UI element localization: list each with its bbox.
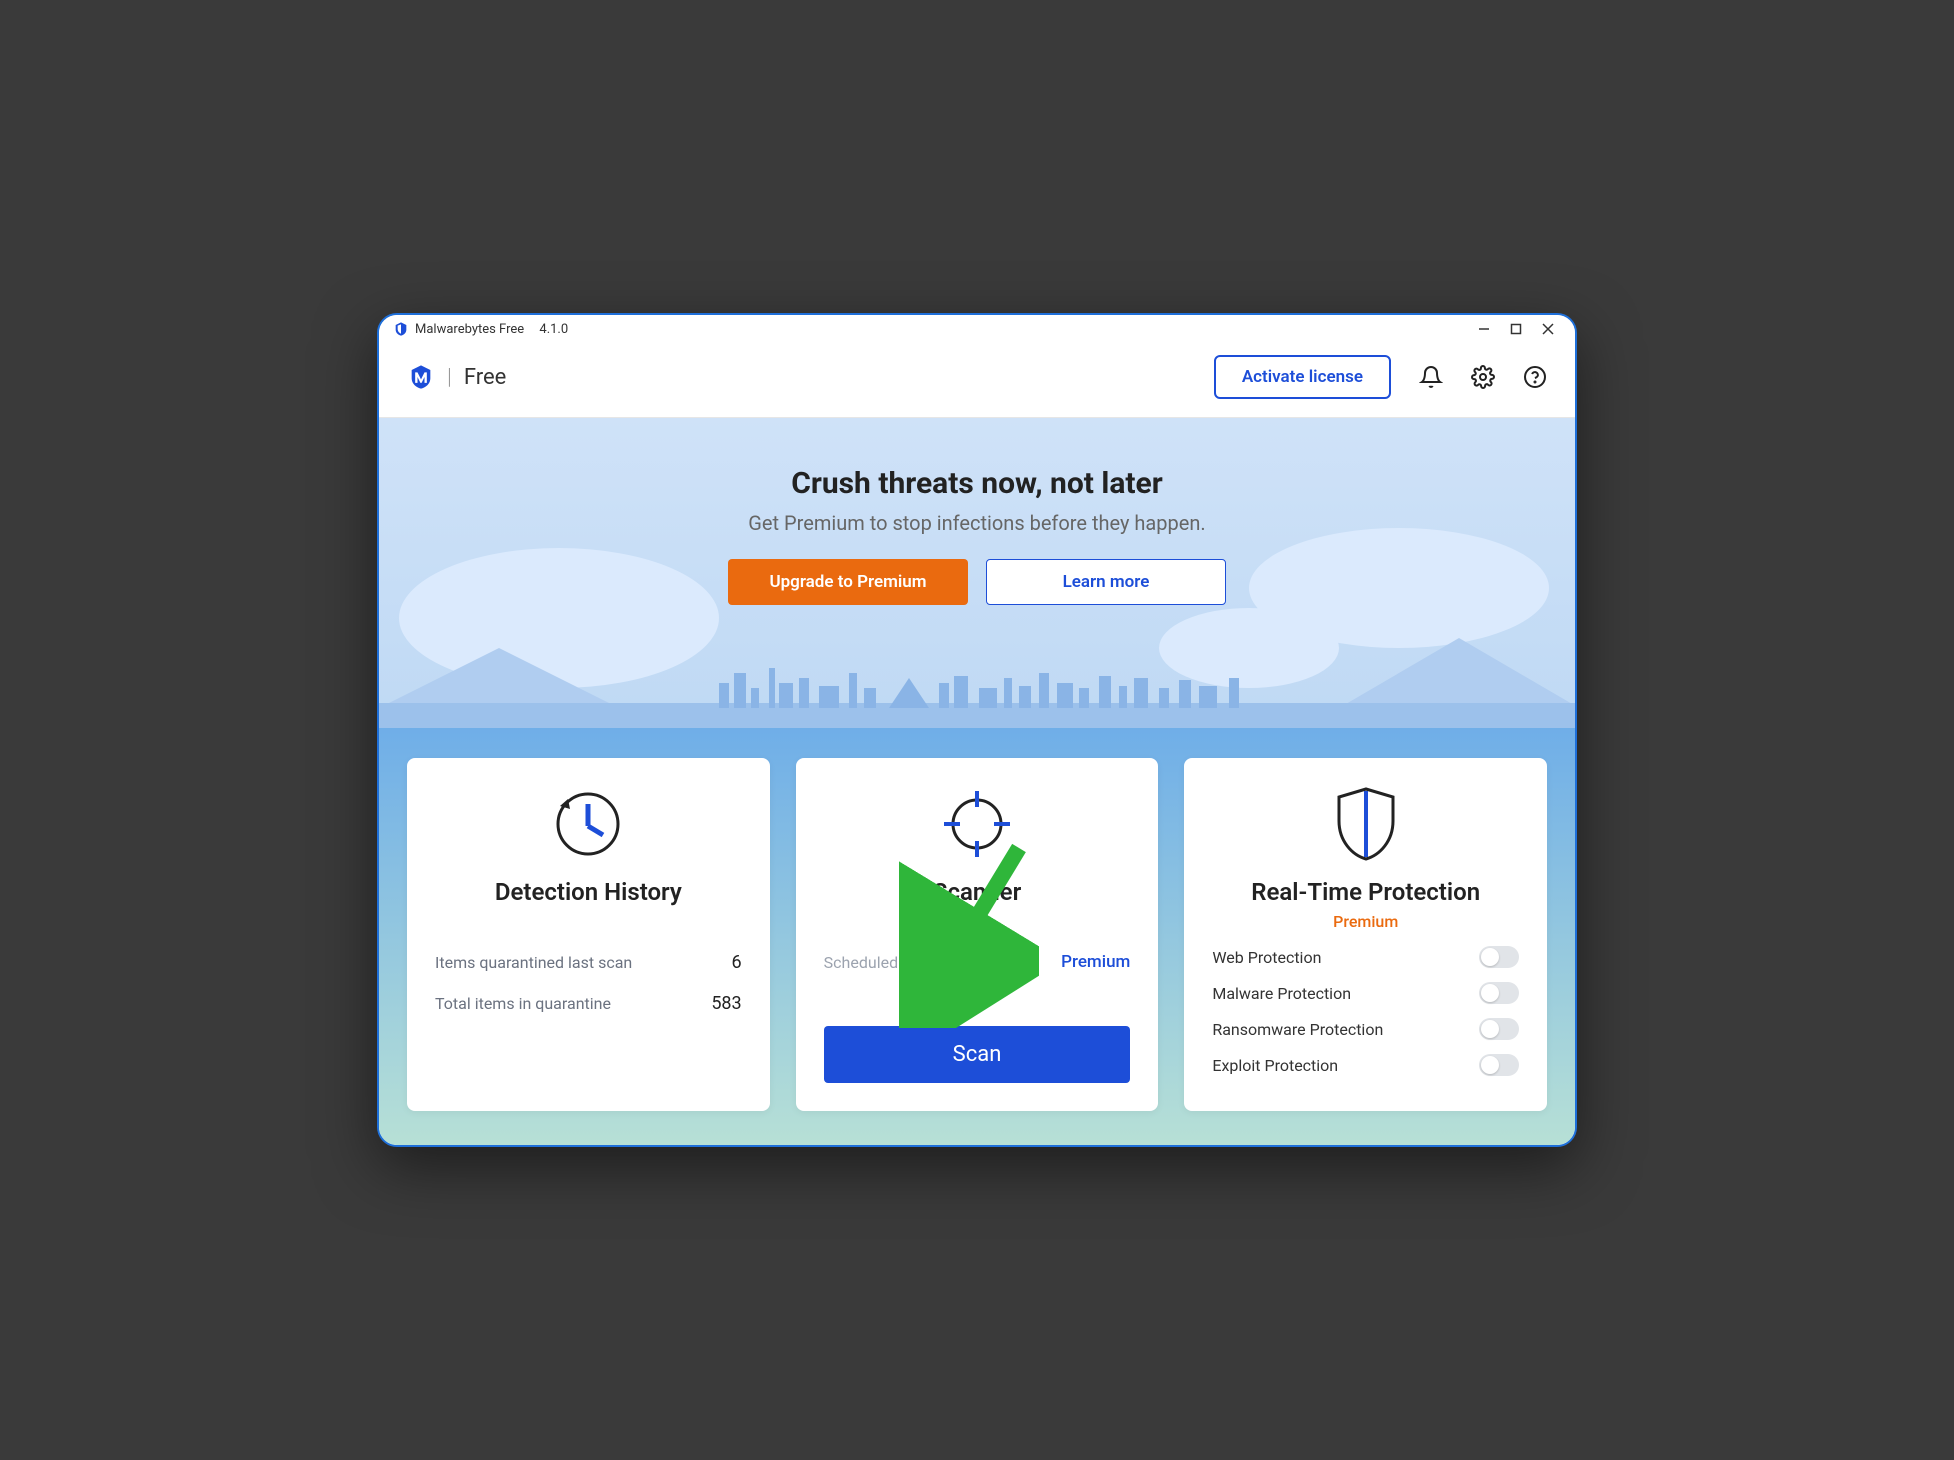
minimize-button[interactable] [1477, 322, 1491, 336]
hero-subtitle: Get Premium to stop infections before th… [399, 511, 1555, 535]
app-version: 4.1.0 [539, 322, 568, 337]
exploit-protection-row: Exploit Protection [1212, 1047, 1519, 1083]
maximize-button[interactable] [1509, 322, 1523, 336]
ransomware-protection-toggle[interactable] [1479, 1018, 1519, 1040]
header: | Free Activate license [379, 341, 1575, 418]
gear-icon[interactable] [1471, 365, 1495, 389]
scheduled-label: Scheduled scans [824, 953, 945, 972]
logo-icon [407, 363, 435, 391]
bell-icon[interactable] [1419, 365, 1443, 389]
app-name: Malwarebytes Free [415, 322, 524, 337]
scanner-title: Scanner [824, 878, 1131, 906]
exploit-protection-label: Exploit Protection [1212, 1056, 1338, 1075]
web-protection-row: Web Protection [1212, 939, 1519, 975]
titlebar-title: Malwarebytes Free 4.1.0 [393, 321, 568, 337]
malware-protection-label: Malware Protection [1212, 984, 1351, 1003]
shield-icon [1333, 785, 1399, 863]
protection-premium-tag: Premium [1212, 912, 1519, 931]
detection-history-card: Detection History Items quarantined last… [407, 758, 770, 1111]
close-button[interactable] [1541, 322, 1555, 336]
history-row-total: Total items in quarantine 583 [435, 983, 742, 1024]
history-title: Detection History [435, 878, 742, 906]
web-protection-label: Web Protection [1212, 948, 1321, 967]
tier-label: Free [464, 365, 506, 390]
app-window: Malwarebytes Free 4.1.0 | Free Activate … [377, 313, 1577, 1147]
realtime-protection-card: Real-Time Protection Premium Web Protect… [1184, 758, 1547, 1111]
learn-more-button[interactable]: Learn more [986, 559, 1226, 605]
history-row1-value: 6 [732, 952, 742, 973]
history-row2-value: 583 [711, 993, 741, 1014]
help-icon[interactable] [1523, 365, 1547, 389]
web-protection-toggle[interactable] [1479, 946, 1519, 968]
history-row1-label: Items quarantined last scan [435, 953, 632, 972]
exploit-protection-toggle[interactable] [1479, 1054, 1519, 1076]
scanner-card: Scanner Scheduled scans Premium Scan [796, 758, 1159, 1111]
dashboard-cards: Detection History Items quarantined last… [379, 728, 1575, 1145]
malware-protection-toggle[interactable] [1479, 982, 1519, 1004]
history-row-last-scan: Items quarantined last scan 6 [435, 942, 742, 983]
protection-title: Real-Time Protection [1212, 878, 1519, 906]
hero-banner: Crush threats now, not later Get Premium… [379, 418, 1575, 728]
header-divider: | [447, 365, 452, 390]
titlebar: Malwarebytes Free 4.1.0 [379, 315, 1575, 341]
scheduled-premium-link[interactable]: Premium [1061, 952, 1130, 972]
ransomware-protection-label: Ransomware Protection [1212, 1020, 1383, 1039]
app-icon [393, 321, 409, 337]
malware-protection-row: Malware Protection [1212, 975, 1519, 1011]
skyline-illustration [379, 528, 1575, 728]
history-icon [551, 787, 625, 861]
history-row2-label: Total items in quarantine [435, 994, 611, 1013]
crosshair-icon [940, 787, 1014, 861]
activate-license-button[interactable]: Activate license [1214, 355, 1391, 399]
scheduled-scans-row: Scheduled scans Premium [824, 942, 1131, 982]
hero-title: Crush threats now, not later [399, 466, 1555, 501]
window-controls [1477, 322, 1565, 336]
upgrade-premium-button[interactable]: Upgrade to Premium [728, 559, 968, 605]
header-brand: | Free [407, 363, 506, 391]
scan-button[interactable]: Scan [824, 1026, 1131, 1083]
ransomware-protection-row: Ransomware Protection [1212, 1011, 1519, 1047]
